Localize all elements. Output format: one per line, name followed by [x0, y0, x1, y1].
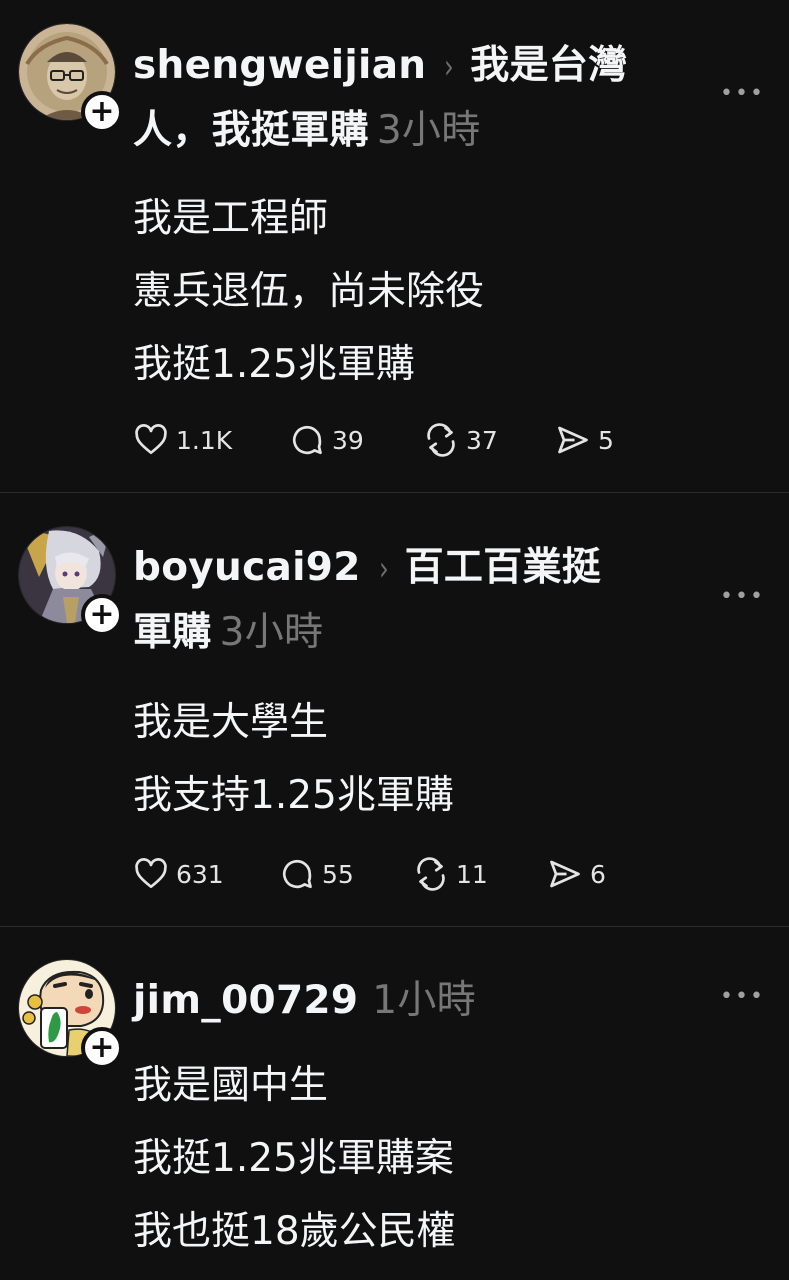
post-header: jim_00729 1小時	[133, 969, 693, 1033]
follow-plus-icon[interactable]: +	[81, 594, 123, 636]
comment-icon	[292, 425, 322, 455]
post-line: 我挺1.25兆軍購	[133, 342, 415, 387]
like-count: 631	[176, 859, 224, 889]
post-line: 我是工程師	[133, 196, 329, 241]
avatar-wrap[interactable]: +	[18, 959, 123, 1069]
chevron-right-icon: ›	[378, 549, 389, 589]
post[interactable]: + jim_00729 1小時 ••• 我是國中生 我挺1.25兆軍購案 我也挺1…	[0, 927, 789, 1280]
share-count: 5	[598, 425, 614, 455]
avatar-wrap[interactable]: +	[18, 526, 123, 636]
follow-plus-icon[interactable]: +	[81, 91, 123, 133]
post-body: 我是大學生 我支持1.25兆軍購	[133, 686, 733, 832]
chevron-right-icon: ›	[444, 47, 455, 87]
post-line: 我支持1.25兆軍購	[133, 773, 454, 818]
repost-count: 37	[466, 425, 498, 455]
username[interactable]: shengweijian	[133, 43, 426, 88]
share-count: 6	[590, 859, 606, 889]
repost-button[interactable]: 37	[422, 418, 498, 462]
post-line: 我挺1.25兆軍購案	[133, 1136, 454, 1181]
post-line: 我是國中生	[133, 1063, 329, 1108]
repost-icon	[417, 857, 445, 891]
more-options-icon[interactable]: •••	[720, 986, 763, 1008]
send-icon	[558, 426, 588, 454]
topic-tag-continued[interactable]: 軍購	[133, 610, 212, 655]
like-button[interactable]: 1.1K	[132, 418, 232, 462]
reply-count: 39	[332, 425, 364, 455]
share-button[interactable]: 5	[554, 418, 614, 462]
repost-count: 11	[456, 859, 488, 889]
post-header: boyucai92 › 百工百業挺 軍購 3小時	[133, 536, 693, 665]
post-time: 3小時	[219, 610, 324, 655]
repost-icon	[427, 423, 455, 457]
post-line: 我是大學生	[133, 700, 329, 745]
comment-icon	[282, 859, 312, 889]
send-icon	[550, 860, 580, 888]
heart-icon	[135, 858, 167, 889]
more-options-icon[interactable]: •••	[720, 83, 763, 105]
heart-icon	[135, 424, 167, 455]
post-body: 我是國中生 我挺1.25兆軍購案 我也挺18歲公民權	[133, 1049, 733, 1268]
topic-tag[interactable]: 我是台灣	[470, 43, 627, 88]
topic-tag[interactable]: 百工百業挺	[405, 545, 602, 590]
post[interactable]: + boyucai92 › 百工百業挺 軍購 3小時 ••• 我是大學生 我支持1.2…	[0, 493, 789, 925]
more-options-icon[interactable]: •••	[720, 586, 763, 608]
share-button[interactable]: 6	[546, 852, 606, 896]
username[interactable]: jim_00729	[133, 978, 358, 1023]
follow-plus-icon[interactable]: +	[81, 1027, 123, 1069]
username[interactable]: boyucai92	[133, 545, 361, 590]
post-body: 我是工程師 憲兵退伍，尚未除役 我挺1.25兆軍購	[133, 182, 733, 401]
avatar-wrap[interactable]: +	[18, 23, 123, 133]
post-line: 憲兵退伍，尚未除役	[133, 269, 485, 314]
topic-tag-continued[interactable]: 人，我挺軍購	[133, 108, 369, 153]
reply-button[interactable]: 39	[288, 418, 364, 462]
post-time: 3小時	[376, 108, 481, 153]
reply-button[interactable]: 55	[278, 852, 354, 896]
post[interactable]: + shengweijian › 我是台灣 人，我挺軍購 3小時 ••• 我是工程師 …	[0, 0, 789, 492]
like-button[interactable]: 631	[132, 852, 224, 896]
reply-count: 55	[322, 859, 354, 889]
post-header: shengweijian › 我是台灣 人，我挺軍購 3小時	[133, 34, 693, 163]
repost-button[interactable]: 11	[412, 852, 488, 896]
post-time: 1小時	[372, 978, 476, 1023]
like-count: 1.1K	[176, 425, 233, 455]
post-line: 我也挺18歲公民權	[133, 1209, 456, 1254]
